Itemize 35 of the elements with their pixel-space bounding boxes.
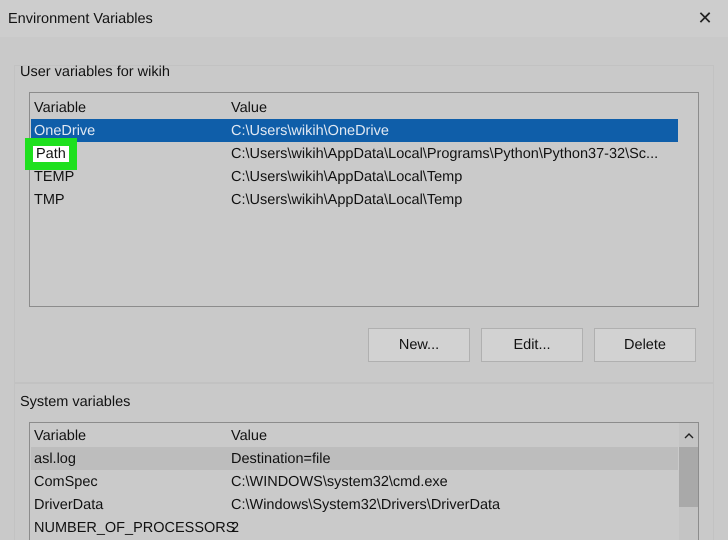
- dialog-button[interactable]: Delete: [594, 328, 696, 362]
- scroll-thumb[interactable]: [679, 447, 698, 507]
- group-label: System variables: [20, 393, 132, 412]
- variable-value: C:\Users\wikih\AppData\Local\Temp: [231, 168, 462, 184]
- variable-row[interactable]: OneDrive C:\Users\wikih\OneDrive: [31, 119, 678, 142]
- column-header[interactable]: Value: [231, 100, 268, 116]
- variable-row[interactable]: TEMP C:\Users\wikih\AppData\Local\Temp: [31, 165, 678, 188]
- variable-value: C:\Windows\System32\Drivers\DriverData: [231, 496, 500, 512]
- variable-name: asl.log: [33, 450, 77, 466]
- column-header[interactable]: Variable: [31, 428, 231, 444]
- variable-row[interactable]: DriverData C:\Windows\System32\Drivers\DriverData: [31, 493, 678, 516]
- dialog-button[interactable]: Edit...: [481, 328, 583, 362]
- variable-name: OneDrive: [34, 122, 96, 138]
- column-header[interactable]: Variable: [31, 100, 231, 116]
- group-label: User variables for wikih: [20, 63, 171, 82]
- variable-value: C:\Users\wikih\AppData\Local\Programs\Python\Python37-32\Sc...: [231, 146, 658, 162]
- window-title: Environment Variables: [8, 10, 153, 26]
- variable-row[interactable]: TMP C:\Users\wikih\AppData\Local\Temp: [31, 188, 678, 211]
- variable-value: C:\Users\wikih\AppData\Local\Temp: [231, 192, 462, 208]
- variable-name: TMP: [34, 192, 65, 208]
- scrollbar[interactable]: [679, 423, 698, 540]
- dialog-button[interactable]: New...: [368, 328, 470, 362]
- variable-row[interactable]: Path C:\Users\wikih\AppData\Local\Programs\Python\Python37-32\Sc...: [31, 142, 678, 165]
- variable-value: C:\Users\wikih\OneDrive: [231, 122, 389, 138]
- variable-value: Destination=file: [231, 450, 331, 466]
- variable-row[interactable]: ComSpec C:\WINDOWS\system32\cmd.exe: [31, 470, 678, 493]
- variable-value: C:\WINDOWS\system32\cmd.exe: [231, 474, 448, 490]
- variable-name: Path: [33, 146, 69, 162]
- variable-name: DriverData: [33, 496, 104, 512]
- variable-name: TEMP: [34, 168, 74, 184]
- close-button[interactable]: ✕: [682, 0, 728, 37]
- column-header[interactable]: Value: [231, 428, 268, 444]
- variable-row[interactable]: asl.log Destination=file: [31, 447, 678, 470]
- variable-name: ComSpec: [33, 474, 99, 490]
- scroll-up-icon[interactable]: [684, 433, 694, 439]
